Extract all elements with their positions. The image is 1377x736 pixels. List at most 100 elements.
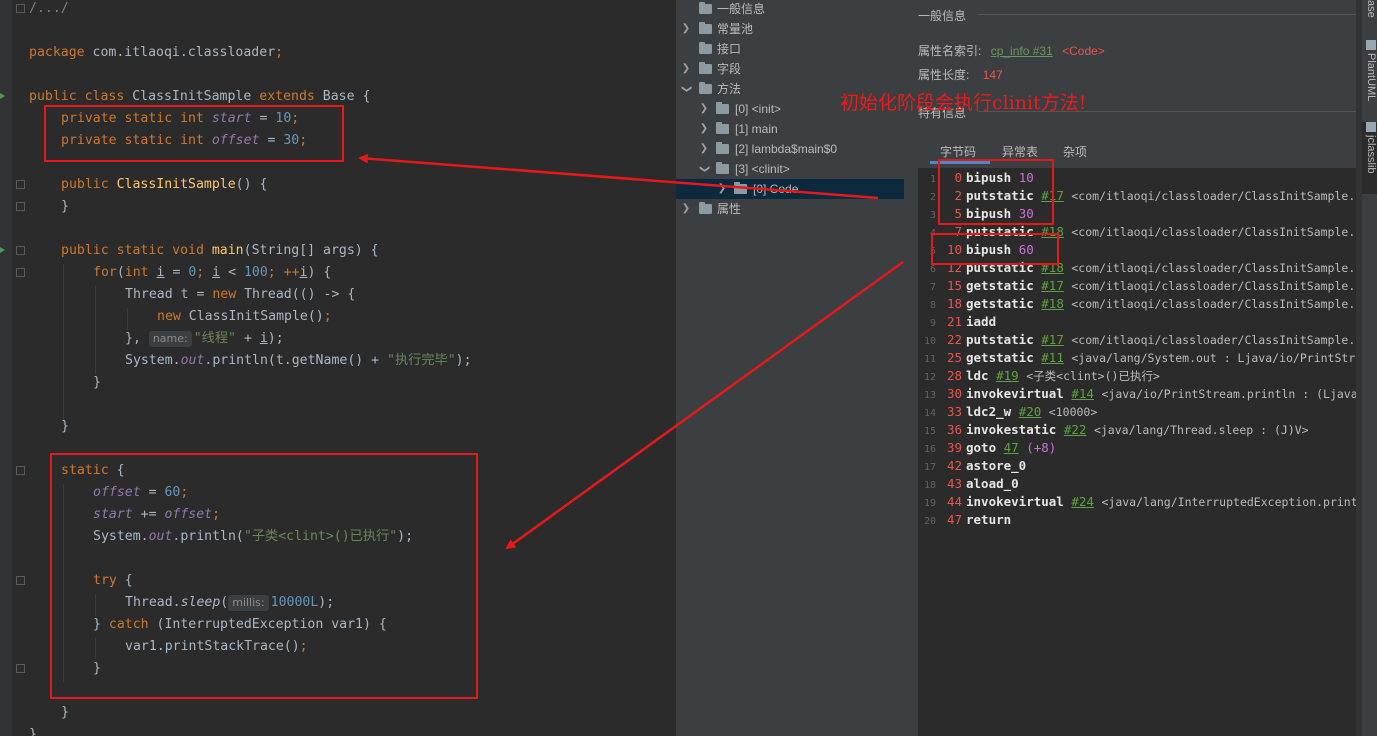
chevron-right-icon[interactable]: ❯ — [698, 99, 710, 119]
tab-misc[interactable]: 杂项 — [1063, 143, 1087, 160]
bytecode-ref-link[interactable]: #24 — [1071, 494, 1094, 509]
fold-icon[interactable] — [16, 4, 25, 13]
tree-item-interfaces[interactable]: 接口 — [676, 39, 904, 59]
keyword: public class — [29, 89, 133, 104]
bytecode-row[interactable]: 16 39 goto 47 (+8) — [918, 439, 1056, 457]
tree-item-code[interactable]: ❯ [0] Code — [676, 179, 904, 199]
code-line[interactable]: public ClassInitSample() { — [61, 174, 267, 196]
side-tab-plantuml[interactable]: PlantUML — [1362, 40, 1377, 115]
bytecode-ref-link[interactable]: #18 — [1041, 296, 1064, 311]
tree-item-method-main[interactable]: ❯ [1] main — [676, 119, 904, 139]
code-text: ) { — [307, 265, 332, 280]
base-class: Base { — [322, 89, 371, 104]
keyword: public — [61, 177, 117, 192]
tree-item-label: [3] <clinit> — [735, 162, 790, 176]
fold-icon[interactable] — [16, 180, 25, 189]
fold-icon[interactable] — [16, 246, 25, 255]
fold-icon[interactable] — [16, 466, 25, 475]
chevron-right-icon[interactable]: ❯ — [680, 59, 692, 79]
tab-bytecode[interactable]: 字节码 — [940, 143, 976, 160]
tree-item-attributes[interactable]: ❯ 属性 — [676, 199, 904, 219]
bytecode-row[interactable]: 9 21 iadd — [918, 313, 996, 331]
class-name: ClassInitSample — [132, 89, 260, 104]
bytecode-row[interactable]: 19 44 invokevirtual #24 <java/lang/Interru… — [918, 493, 1360, 511]
tree-item-label: 接口 — [717, 42, 742, 56]
cp-info-link[interactable]: cp_info #31 — [991, 44, 1053, 58]
side-tab-jclasslib[interactable]: jclasslib — [1362, 122, 1377, 194]
tree-item-method-clinit[interactable]: ❯ [3] <clinit> — [676, 159, 904, 179]
bytecode-row[interactable]: 18 43 aload_0 — [918, 475, 1019, 493]
chevron-down-icon[interactable]: ❯ — [694, 163, 714, 175]
code-text: } — [93, 375, 101, 390]
chevron-right-icon[interactable]: ❯ — [716, 179, 728, 199]
variable: i — [156, 265, 165, 280]
tree-item-constant-pool[interactable]: ❯ 常量池 — [676, 19, 904, 39]
jclasslib-icon — [1366, 122, 1376, 132]
chevron-right-icon[interactable]: ❯ — [680, 19, 692, 39]
bytecode-opcode: invokevirtual — [966, 494, 1064, 509]
code-line[interactable]: for(int i = 0; i < 100; ++i) { — [93, 262, 331, 284]
code-line[interactable]: package com.itlaoqi.classloader; — [29, 42, 283, 64]
chevron-right-icon[interactable]: ❯ — [680, 199, 692, 219]
bytecode-row[interactable]: 7 15 getstatic #17 <com/itlaoqi/classloade… — [918, 277, 1360, 295]
run-class-icon[interactable] — [0, 93, 6, 99]
fold-icon[interactable] — [16, 268, 25, 277]
tree-item-general-info[interactable]: 一般信息 — [676, 0, 904, 19]
fold-icon[interactable] — [16, 664, 25, 673]
bytecode-row[interactable]: 15 36 invokestatic #22 <java/lang/Thread.s… — [918, 421, 1309, 439]
number-literal: 100 — [243, 265, 268, 280]
bytecode-ref-link[interactable]: #17 — [1041, 278, 1064, 293]
plantuml-icon — [1366, 40, 1376, 50]
bytecode-ref-link[interactable]: #14 — [1071, 386, 1094, 401]
bytecode-row[interactable]: 13 30 invokevirtual #14 <java/io/PrintStre… — [918, 385, 1360, 403]
side-tab-base[interactable]: ase — [1362, 0, 1377, 30]
fold-icon[interactable] — [16, 202, 25, 211]
bytecode-ref-link[interactable]: #20 — [1019, 404, 1042, 419]
indent-guide — [95, 286, 96, 374]
code-line[interactable]: }, name: "线程" + i); — [125, 328, 284, 350]
folder-icon — [716, 162, 729, 174]
chevron-right-icon[interactable]: ❯ — [698, 119, 710, 139]
bytecode-row[interactable]: 11 25 getstatic #11 <java/lang/System.out … — [918, 349, 1360, 367]
side-tab-label: jclasslib — [1365, 135, 1377, 174]
run-main-icon[interactable] — [0, 247, 6, 253]
collapsed-imports[interactable]: /.../ — [29, 1, 69, 16]
code-line[interactable]: Thread t = new Thread(() -> { — [125, 284, 355, 306]
bytecode-row[interactable]: 8 18 getstatic #18 <com/itlaoqi/classloade… — [918, 295, 1360, 313]
code-line[interactable]: System.out.println(t.getName() + "执行完毕")… — [125, 350, 472, 372]
code-line[interactable]: } — [93, 372, 101, 394]
punct: ; — [323, 309, 332, 324]
tree-item-method-lambda[interactable]: ❯ [2] lambda$main$0 — [676, 139, 904, 159]
code-text: ( — [116, 265, 125, 280]
code-line[interactable]: } — [61, 416, 69, 438]
tree-item-fields[interactable]: ❯ 字段 — [676, 59, 904, 79]
code-line[interactable]: /.../ — [29, 0, 69, 20]
tree-item-label: 属性 — [717, 202, 742, 216]
chevron-right-icon[interactable]: ❯ — [698, 139, 710, 159]
bytecode-row[interactable]: 17 42 astore_0 — [918, 457, 1026, 475]
bytecode-offset: 30 — [946, 386, 962, 401]
code-line[interactable]: public static void main(String[] args) { — [61, 240, 379, 262]
punct: ; — [196, 265, 213, 280]
bytecode-ref-link[interactable]: #11 — [1041, 350, 1064, 365]
code-line[interactable]: } — [61, 196, 69, 218]
bytecode-row[interactable]: 12 28 ldc #19 <子类<clint>()已执行> — [918, 367, 1160, 385]
bytecode-offset: 36 — [946, 422, 962, 437]
tab-exception-table[interactable]: 异常表 — [1002, 143, 1038, 160]
bytecode-row[interactable]: 14 33 ldc2_w #20 <10000> — [918, 403, 1097, 421]
code-line[interactable]: } — [29, 724, 37, 736]
bytecode-ref-link[interactable]: #22 — [1064, 422, 1087, 437]
bytecode-offset: 43 — [946, 476, 962, 491]
bytecode-ref-link[interactable]: #19 — [996, 368, 1019, 383]
bytecode-ref-link[interactable]: #17 — [1041, 332, 1064, 347]
bytecode-row[interactable]: 10 22 putstatic #17 <com/itlaoqi/classload… — [918, 331, 1360, 349]
code-line[interactable]: } — [61, 702, 69, 724]
folder-icon — [716, 122, 729, 134]
code-text: ); — [455, 353, 472, 368]
code-line[interactable]: new ClassInitSample(); — [157, 306, 332, 328]
bytecode-ref-link[interactable]: 47 — [1004, 440, 1019, 455]
bytecode-row[interactable]: 20 47 return — [918, 511, 1011, 529]
chevron-down-icon[interactable]: ❯ — [676, 83, 696, 95]
folder-icon — [699, 22, 712, 34]
fold-icon[interactable] — [16, 576, 25, 585]
